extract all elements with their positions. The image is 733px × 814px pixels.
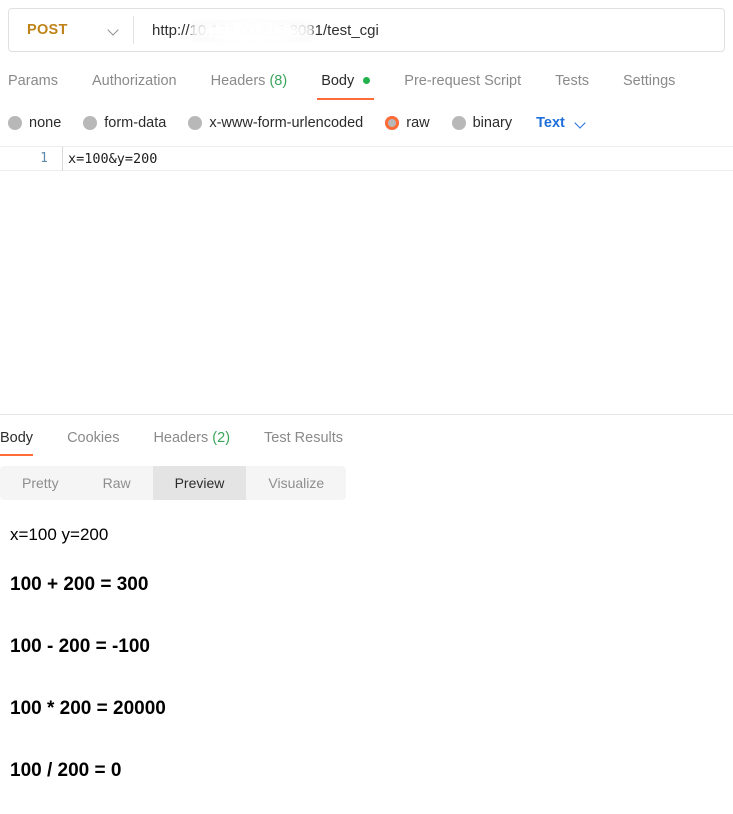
preview-heading-multiplication: 100 * 200 = 20000 [10, 697, 166, 719]
body-type-row: none form-data x-www-form-urlencoded raw… [0, 106, 733, 140]
preview-heading-subtraction: 100 - 200 = -100 [10, 635, 150, 657]
request-body-editor[interactable]: 1 x=100&y=200 [0, 146, 733, 414]
response-tabs: Body Cookies Headers (2) Test Results [0, 422, 733, 456]
tab-settings[interactable]: Settings [623, 73, 675, 100]
view-mode-pretty-label: Pretty [22, 475, 59, 491]
view-mode-raw[interactable]: Raw [81, 466, 153, 500]
tab-pre-request-script-label: Pre-request Script [404, 73, 522, 89]
url-bar-container: POST http://10.139.60.213:8081/test_cgi [0, 0, 733, 58]
view-mode-preview[interactable]: Preview [152, 466, 247, 500]
radio-icon [188, 116, 203, 130]
view-mode-raw-label: Raw [102, 475, 131, 491]
editor-line-number: 1 [40, 151, 48, 166]
body-type-urlencoded[interactable]: x-www-form-urlencoded [188, 115, 363, 131]
body-type-binary-label: binary [472, 115, 513, 131]
editor-code-area[interactable]: x=100&y=200 [62, 147, 733, 171]
body-type-binary[interactable]: binary [451, 115, 513, 131]
body-type-none[interactable]: none [8, 115, 61, 131]
tab-params[interactable]: Params [8, 73, 58, 100]
editor-code-text: x=100&y=200 [68, 151, 158, 167]
response-preview-pane: x=100 y=200 100 + 200 = 300 100 - 200 = … [0, 500, 733, 802]
body-type-form-data-label: form-data [104, 115, 167, 131]
body-type-urlencoded-label: x-www-form-urlencoded [209, 115, 364, 131]
url-input[interactable]: http://10.139.60.213:8081/test_cgi [134, 9, 724, 51]
view-mode-visualize-label: Visualize [268, 475, 325, 491]
view-mode-preview-label: Preview [174, 475, 225, 491]
tab-body-label: Body [321, 73, 355, 89]
view-mode-pretty[interactable]: Pretty [0, 466, 81, 500]
request-tabs: Params Authorization Headers (8) Body Pr… [0, 62, 733, 100]
editor-line: 1 x=100&y=200 [0, 147, 733, 171]
view-mode-visualize[interactable]: Visualize [246, 466, 346, 500]
response-tab-cookies[interactable]: Cookies [67, 430, 119, 456]
radio-selected-icon [385, 116, 400, 130]
raw-format-label: Text [536, 115, 565, 131]
url-bar: POST http://10.139.60.213:8081/test_cgi [8, 8, 725, 52]
body-type-none-label: none [29, 115, 62, 131]
view-mode-row: Pretty Raw Preview Visualize [0, 456, 733, 500]
body-modified-dot-icon [363, 77, 371, 84]
tab-headers[interactable]: Headers (8) [211, 73, 288, 100]
radio-icon [8, 116, 22, 130]
tab-tests-label: Tests [555, 73, 589, 89]
tab-settings-label: Settings [622, 73, 676, 89]
http-method-dropdown[interactable]: POST [9, 9, 133, 51]
radio-icon [451, 116, 466, 130]
preview-plain-line: x=100 y=200 [10, 525, 109, 544]
http-method-label: POST [27, 22, 68, 38]
response-tab-body[interactable]: Body [0, 430, 34, 456]
response-tab-test-results[interactable]: Test Results [264, 430, 343, 456]
response-tab-cookies-label: Cookies [67, 430, 120, 446]
body-type-raw[interactable]: raw [385, 115, 430, 131]
tab-params-label: Params [8, 73, 58, 89]
tab-tests[interactable]: Tests [555, 73, 589, 100]
response-tab-body-label: Body [0, 430, 34, 446]
tab-authorization[interactable]: Authorization [92, 73, 177, 100]
tab-headers-label: Headers [210, 73, 266, 89]
body-type-raw-label: raw [406, 115, 430, 131]
response-tab-headers-count: (2) [212, 430, 231, 446]
url-text: http://10.139.60.213:8081/test_cgi [152, 21, 379, 39]
pane-gap [0, 415, 733, 422]
tab-pre-request-script[interactable]: Pre-request Script [404, 73, 521, 100]
tab-body[interactable]: Body [317, 73, 375, 100]
response-tab-headers[interactable]: Headers (2) [153, 430, 230, 456]
response-tab-test-results-label: Test Results [264, 430, 344, 446]
response-tab-headers-label: Headers [153, 430, 209, 446]
preview-heading-division: 100 / 200 = 0 [10, 759, 122, 781]
tab-authorization-label: Authorization [91, 73, 177, 89]
body-type-form-data[interactable]: form-data [83, 115, 166, 131]
raw-format-dropdown[interactable]: Text [536, 115, 586, 131]
preview-heading-addition: 100 + 200 = 300 [10, 574, 149, 596]
chevron-down-icon [108, 25, 119, 36]
tab-headers-count: (8) [269, 73, 288, 89]
response-view-mode-group: Pretty Raw Preview Visualize [0, 466, 347, 500]
radio-icon [83, 116, 98, 130]
chevron-down-icon [575, 118, 586, 129]
